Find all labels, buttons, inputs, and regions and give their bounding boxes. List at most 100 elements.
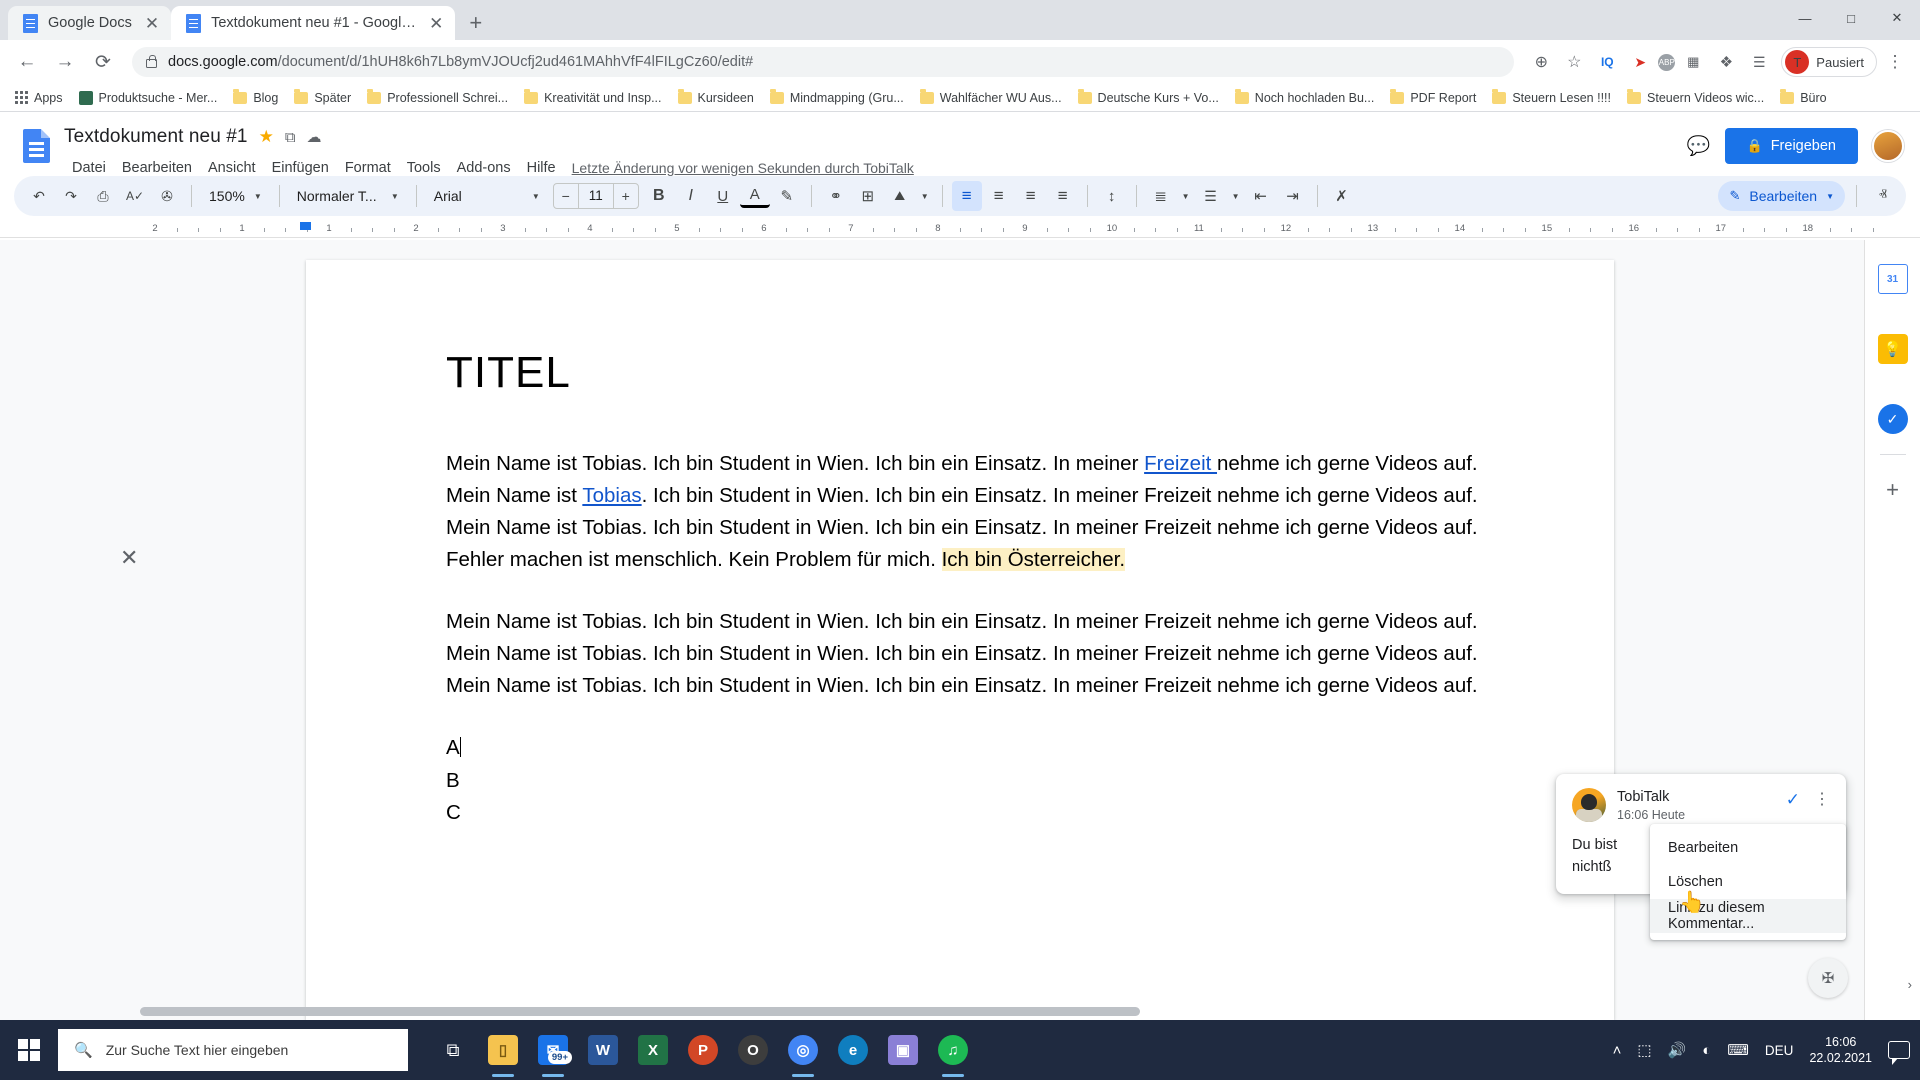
italic-icon[interactable]: I — [676, 181, 706, 211]
close-icon[interactable]: ✕ — [429, 15, 443, 32]
profile-button[interactable]: T Pausiert — [1781, 47, 1877, 77]
bookmark-item[interactable]: Kreativität und Insp... — [517, 88, 668, 108]
address-bar[interactable]: docs.google.com/document/d/1hUH8k6h7Lb8y… — [132, 47, 1515, 77]
edge-icon[interactable]: e — [830, 1020, 876, 1080]
comment-more-icon[interactable]: ⋮ — [1814, 792, 1830, 808]
bookmark-apps[interactable]: Apps — [8, 88, 70, 108]
bookmark-item[interactable]: Deutsche Kurs + Vo... — [1071, 88, 1226, 108]
zoom-select[interactable]: 150% ▼ — [201, 181, 270, 211]
filmora-icon[interactable]: ▣ — [880, 1020, 926, 1080]
bold-icon[interactable]: B — [644, 181, 674, 211]
add-comment-icon[interactable]: ⊞ — [853, 181, 883, 211]
align-justify-icon[interactable]: ≡ — [1048, 181, 1078, 211]
left-indent-marker[interactable] — [299, 222, 311, 230]
volume-icon[interactable]: 🔊 — [1668, 1041, 1687, 1059]
increase-indent-icon[interactable]: ⇥ — [1278, 181, 1308, 211]
horizontal-scrollbar[interactable] — [0, 1007, 1920, 1016]
bookmark-item[interactable]: Später — [287, 88, 358, 108]
spotify-icon[interactable]: ♫ — [930, 1020, 976, 1080]
google-tasks-icon[interactable]: ✓ — [1877, 404, 1908, 434]
task-view-icon[interactable]: ⧉ — [430, 1020, 476, 1080]
excel-icon[interactable]: X — [630, 1020, 676, 1080]
increase-font-size-button[interactable]: + — [614, 188, 638, 204]
file-explorer-icon[interactable]: ▯ — [480, 1020, 526, 1080]
new-tab-button[interactable]: + — [469, 10, 482, 36]
star-icon[interactable]: ★ — [259, 127, 274, 147]
document-heading[interactable]: TITEL — [446, 348, 1496, 398]
explore-icon[interactable]: ✠ — [1808, 958, 1848, 998]
taskbar-search-input[interactable]: 🔍 Zur Suche Text hier eingeben — [58, 1029, 408, 1071]
document-link[interactable]: Freizeit — [1144, 452, 1217, 475]
document-paragraph-1[interactable]: Mein Name ist Tobias. Ich bin Student in… — [446, 448, 1496, 576]
screen-record-icon[interactable]: ⬚ — [1637, 1041, 1651, 1059]
chrome-menu-icon[interactable]: ⋮ — [1880, 47, 1910, 77]
reload-icon[interactable]: ⟳ — [86, 45, 120, 79]
menu-item-loeschen[interactable]: Löschen — [1650, 865, 1846, 899]
bookmark-item[interactable]: Blog — [226, 88, 285, 108]
taskbar-clock[interactable]: 16:06 22.02.2021 — [1809, 1034, 1872, 1066]
document-page[interactable]: TITEL Mein Name ist Tobias. Ich bin Stud… — [306, 260, 1614, 1020]
back-icon[interactable]: ← — [10, 45, 44, 79]
keyboard-icon[interactable]: ⌨ — [1727, 1041, 1749, 1059]
font-select[interactable]: Arial ▼ — [426, 181, 548, 211]
opera-icon[interactable]: O — [730, 1020, 776, 1080]
redo-icon[interactable]: ↷ — [56, 181, 86, 211]
document-title[interactable]: Textdokument neu #1 — [64, 126, 248, 148]
share-button[interactable]: 🔒 Freigeben — [1724, 128, 1858, 164]
bookmark-item[interactable]: Professionell Schrei... — [360, 88, 515, 108]
align-left-icon[interactable]: ≡ — [951, 181, 982, 211]
numbered-list-caret-icon[interactable]: ▼ — [1178, 181, 1194, 211]
maximize-button[interactable]: □ — [1828, 0, 1874, 36]
document-line-b[interactable]: B — [446, 765, 1496, 798]
insert-image-caret-icon[interactable]: ▼ — [917, 181, 933, 211]
resolve-comment-icon[interactable]: ✓ — [1786, 790, 1800, 810]
numbered-list-icon[interactable]: ≣ — [1146, 181, 1176, 211]
editing-mode-button[interactable]: ✎ Bearbeiten ▼ — [1718, 181, 1845, 211]
bookmark-item[interactable]: Büro — [1773, 88, 1833, 108]
google-keep-icon[interactable]: 💡 — [1877, 334, 1908, 364]
bookmark-item[interactable]: Wahlfächer WU Aus... — [913, 88, 1069, 108]
google-calendar-icon[interactable]: 31 — [1877, 264, 1908, 294]
windows-start-icon[interactable] — [0, 1020, 58, 1080]
adblock-extension-icon[interactable]: ABP — [1658, 53, 1676, 71]
document-paragraph-2[interactable]: Mein Name ist Tobias. Ich bin Student in… — [446, 606, 1496, 702]
notification-icon[interactable] — [1888, 1041, 1910, 1065]
bookmark-item[interactable]: Produktsuche - Mer... — [72, 88, 225, 108]
language-indicator[interactable]: DEU — [1765, 1043, 1794, 1058]
font-size-input[interactable]: 11 — [577, 184, 614, 208]
bookmark-item[interactable]: PDF Report — [1383, 88, 1483, 108]
align-right-icon[interactable]: ≡ — [1016, 181, 1046, 211]
document-line-c[interactable]: C — [446, 797, 1496, 830]
insert-link-icon[interactable]: ⚭ — [821, 181, 851, 211]
align-center-icon[interactable]: ≡ — [984, 181, 1014, 211]
move-to-folder-icon[interactable]: ⧉ — [285, 129, 296, 146]
close-icon[interactable]: ✕ — [145, 15, 159, 32]
menu-item-link-zu-diesem-kommentar[interactable]: Link zu diesem Kommentar... — [1650, 899, 1846, 933]
document-scroll-area[interactable]: TITEL Mein Name ist Tobias. Ich bin Stud… — [0, 240, 1920, 1020]
browser-tab-1[interactable]: Textdokument neu #1 - Google D ✕ — [171, 6, 456, 40]
bookmark-item[interactable]: Steuern Videos wic... — [1620, 88, 1771, 108]
close-window-button[interactable]: ✕ — [1874, 0, 1920, 36]
clear-formatting-icon[interactable]: ✗ — [1327, 181, 1357, 211]
font-size-stepper[interactable]: − 11 + — [552, 183, 639, 209]
cloud-saved-icon[interactable]: ☁ — [307, 128, 322, 146]
bookmark-item[interactable]: Kursideen — [671, 88, 761, 108]
paragraph-style-select[interactable]: Normaler T... ▼ — [289, 181, 407, 211]
bookmark-item[interactable]: Steuern Lesen !!!! — [1485, 88, 1618, 108]
powerpoint-icon[interactable]: P — [680, 1020, 726, 1080]
collapse-rail-icon[interactable]: › — [1908, 977, 1912, 992]
show-hidden-icons-icon[interactable]: ˄ — [1613, 1042, 1622, 1059]
bookmark-item[interactable]: Mindmapping (Gru... — [763, 88, 911, 108]
decrease-font-size-button[interactable]: − — [554, 188, 578, 204]
puzzle-extensions-icon[interactable]: ❖ — [1711, 47, 1741, 77]
zoom-icon[interactable]: ⊕ — [1526, 47, 1556, 77]
google-docs-logo-icon[interactable] — [16, 126, 56, 166]
highlight-color-icon[interactable]: ✎ — [772, 181, 802, 211]
insert-image-icon[interactable]: ⛰ — [885, 181, 915, 211]
word-icon[interactable]: W — [580, 1020, 626, 1080]
reading-list-icon[interactable]: ☰ — [1744, 47, 1774, 77]
mail-icon[interactable]: ✉99+ — [530, 1020, 576, 1080]
document-ruler[interactable]: 2 1 1 2 3 4 5 6 7 8 9 10 11 12 13 14 15 16 17 18 — [0, 222, 1920, 238]
bookmark-star-icon[interactable]: ☆ — [1559, 47, 1589, 77]
spellcheck-icon[interactable]: A✓ — [120, 181, 150, 211]
